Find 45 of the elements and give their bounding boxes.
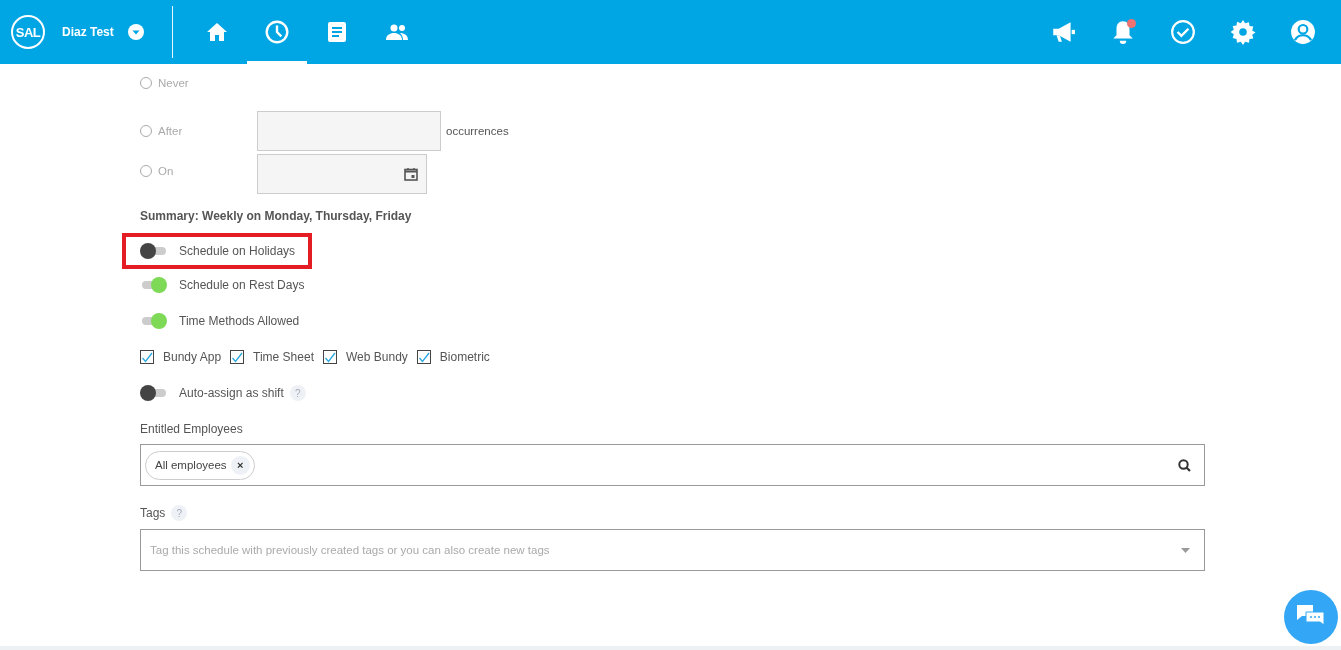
toggle-label: Schedule on Holidays xyxy=(179,244,296,258)
toggle-switch[interactable] xyxy=(140,275,166,295)
home-icon xyxy=(205,20,229,44)
toggle-switch[interactable] xyxy=(140,311,166,331)
user-icon xyxy=(1290,19,1316,45)
checkbox[interactable] xyxy=(230,350,245,364)
caret-icon xyxy=(1181,548,1190,553)
bell-icon xyxy=(1110,19,1136,45)
toggle-label: Auto-assign as shift xyxy=(179,386,284,400)
document-icon xyxy=(325,20,349,44)
field-label: Tags xyxy=(140,506,166,520)
radio-label: After xyxy=(158,125,183,137)
checkbox-label: Bundy App xyxy=(163,350,222,364)
clock-icon xyxy=(264,19,290,45)
company-name: Diaz Test xyxy=(62,25,114,39)
checkbox-label: Web Bundy xyxy=(346,350,408,364)
search-icon xyxy=(1178,458,1191,472)
remove-chip-button[interactable]: × xyxy=(230,455,250,475)
checkbox[interactable] xyxy=(140,350,154,364)
summary-text: Summary: Weekly on Monday, Thursday, Friday xyxy=(140,209,413,225)
tags-field[interactable]: Tag this schedule with previously created tags or you can also create new tags xyxy=(140,529,1205,571)
field-label: Entitled Employees xyxy=(140,422,244,438)
check-circle-icon xyxy=(1170,19,1196,45)
caret-icon xyxy=(127,24,144,40)
field-suffix: occurrences xyxy=(446,125,509,137)
date-field[interactable] xyxy=(257,154,427,194)
checkbox[interactable] xyxy=(416,350,431,364)
chip-label: All employees xyxy=(155,459,227,471)
toggle-switch[interactable] xyxy=(140,383,166,403)
toggle-label: Schedule on Rest Days xyxy=(179,278,305,292)
checkbox-label: Biometric xyxy=(439,350,490,364)
toggle-label: Time Methods Allowed xyxy=(179,314,300,328)
checkbox-label: Time Sheet xyxy=(253,350,314,364)
logo: SAL xyxy=(11,15,45,49)
toggle-switch[interactable] xyxy=(140,241,166,261)
megaphone-icon xyxy=(1050,19,1076,45)
settings-icon xyxy=(1230,19,1256,45)
employee-select-field[interactable]: All employees × xyxy=(140,444,1205,486)
occurrences-field[interactable] xyxy=(257,111,441,151)
radio-label: Never xyxy=(158,77,189,89)
radio-label: On xyxy=(158,165,174,177)
chat-button[interactable] xyxy=(1284,590,1338,644)
company-dropdown-button[interactable] xyxy=(127,24,144,40)
calendar-icon xyxy=(404,167,418,181)
checkbox[interactable] xyxy=(323,350,337,364)
